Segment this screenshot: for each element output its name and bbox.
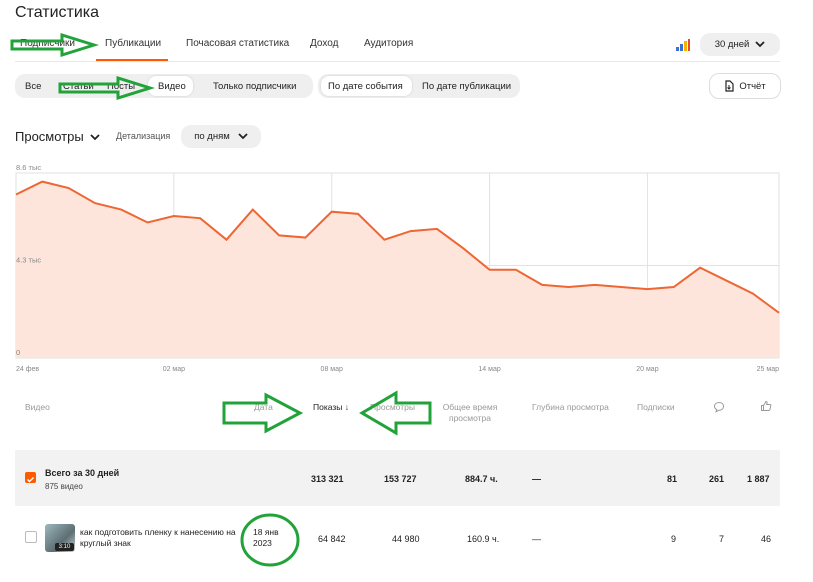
annotation-layer — [10, 32, 432, 567]
annotation-arrow-tabs — [10, 32, 100, 58]
annotation-arrow-impressions-left — [222, 392, 304, 434]
annotation-arrow-impressions-right — [359, 390, 432, 436]
annotation-arrow-video — [58, 75, 156, 101]
annotation-circle-date — [240, 513, 300, 567]
